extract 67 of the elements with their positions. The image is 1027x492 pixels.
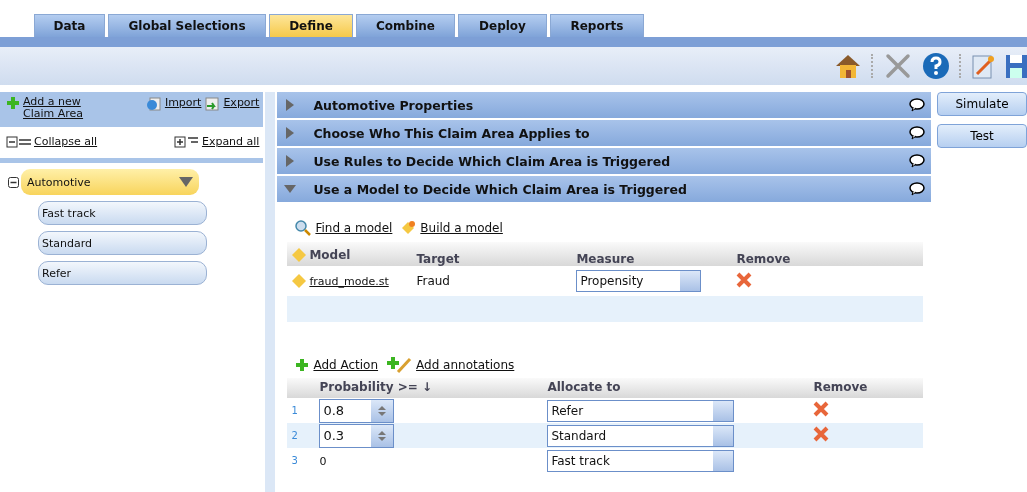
- export-link[interactable]: Export: [223, 96, 260, 109]
- edit-icon[interactable]: [971, 52, 997, 80]
- column-header: Model: [309, 248, 351, 262]
- table-cell: 0: [319, 454, 327, 468]
- expand-all-link[interactable]: Expand all: [201, 135, 260, 148]
- model-link[interactable]: fraud_mode.st: [309, 274, 389, 288]
- help-icon[interactable]: [921, 51, 951, 81]
- remove-icon[interactable]: [813, 401, 830, 417]
- probability-spinner[interactable]: 0.3: [319, 423, 395, 448]
- measure-dropdown[interactable]: Propensity: [576, 270, 702, 292]
- comment-icon[interactable]: [909, 98, 925, 112]
- table-cell-text: Fraud: [416, 274, 451, 288]
- search-icon: [295, 220, 312, 236]
- remove-icon[interactable]: [736, 271, 753, 288]
- tab[interactable]: Combine: [356, 14, 455, 37]
- tag-icon: [400, 220, 417, 236]
- column-header: Remove: [736, 251, 792, 266]
- row-number: 2: [290, 430, 299, 441]
- find-model-link[interactable]: Find a model: [315, 221, 393, 235]
- test-button[interactable]: Test: [937, 124, 1027, 148]
- import-link[interactable]: Import: [164, 96, 202, 109]
- allocate-dropdown[interactable]: Refer: [547, 399, 735, 422]
- plus-icon: [295, 358, 310, 372]
- expand-icon: [173, 135, 200, 148]
- plus-icon: [6, 96, 20, 110]
- export-icon: [204, 96, 221, 112]
- diamond-icon: [291, 247, 308, 263]
- section-header[interactable]: Choose Who This Claim Area Applies to: [277, 120, 931, 146]
- save-icon[interactable]: [1005, 52, 1027, 80]
- column-header: Remove: [813, 379, 869, 396]
- build-model-link[interactable]: Build a model: [420, 221, 503, 235]
- import-icon: [145, 96, 162, 112]
- diamond-icon: [291, 273, 308, 289]
- add-claim-area-link[interactable]: Add a new Claim Area: [23, 96, 101, 120]
- tree-item[interactable]: Refer: [38, 261, 207, 285]
- probability-spinner[interactable]: 0.8: [319, 398, 395, 423]
- collapse-all-link[interactable]: Collapse all: [34, 135, 98, 148]
- comment-icon[interactable]: [909, 154, 925, 168]
- section-header[interactable]: Automotive Properties: [277, 92, 931, 118]
- tree-item[interactable]: Standard: [38, 231, 207, 255]
- row-number: 1: [290, 405, 299, 416]
- tab[interactable]: Global Selections: [108, 14, 266, 37]
- add-action-link[interactable]: Add Action: [313, 358, 379, 372]
- column-header: Target: [416, 251, 461, 266]
- tab[interactable]: Reports: [550, 14, 644, 37]
- column-header: Probability >= ↓: [319, 379, 434, 396]
- tab[interactable]: Data: [34, 14, 105, 37]
- column-header: Allocate to: [547, 379, 622, 396]
- tree-item[interactable]: Fast track: [38, 201, 207, 225]
- tab[interactable]: Deploy: [458, 14, 547, 37]
- annotate-icon: [386, 356, 413, 374]
- remove-icon[interactable]: [813, 426, 830, 442]
- column-header: Measure: [576, 251, 636, 266]
- collapse-icon: [6, 135, 32, 148]
- tree-item[interactable]: Automotive: [21, 169, 199, 195]
- toggle-icon[interactable]: [8, 176, 19, 188]
- section-header[interactable]: Use a Model to Decide Which Claim Area is Triggered: [277, 176, 931, 202]
- simulate-button[interactable]: Simulate: [937, 92, 1027, 116]
- section-header[interactable]: Use Rules to Decide Which Claim Area is Triggered: [277, 148, 931, 174]
- comment-icon[interactable]: [909, 182, 925, 196]
- dropdown-arrow-icon[interactable]: [179, 177, 193, 187]
- add-annotations-link[interactable]: Add annotations: [416, 358, 515, 372]
- tab[interactable]: Define: [269, 14, 353, 37]
- comment-icon[interactable]: [909, 126, 925, 140]
- allocate-dropdown[interactable]: Fast track: [547, 449, 735, 472]
- allocate-dropdown[interactable]: Standard: [547, 424, 735, 447]
- row-number: 3: [290, 455, 299, 466]
